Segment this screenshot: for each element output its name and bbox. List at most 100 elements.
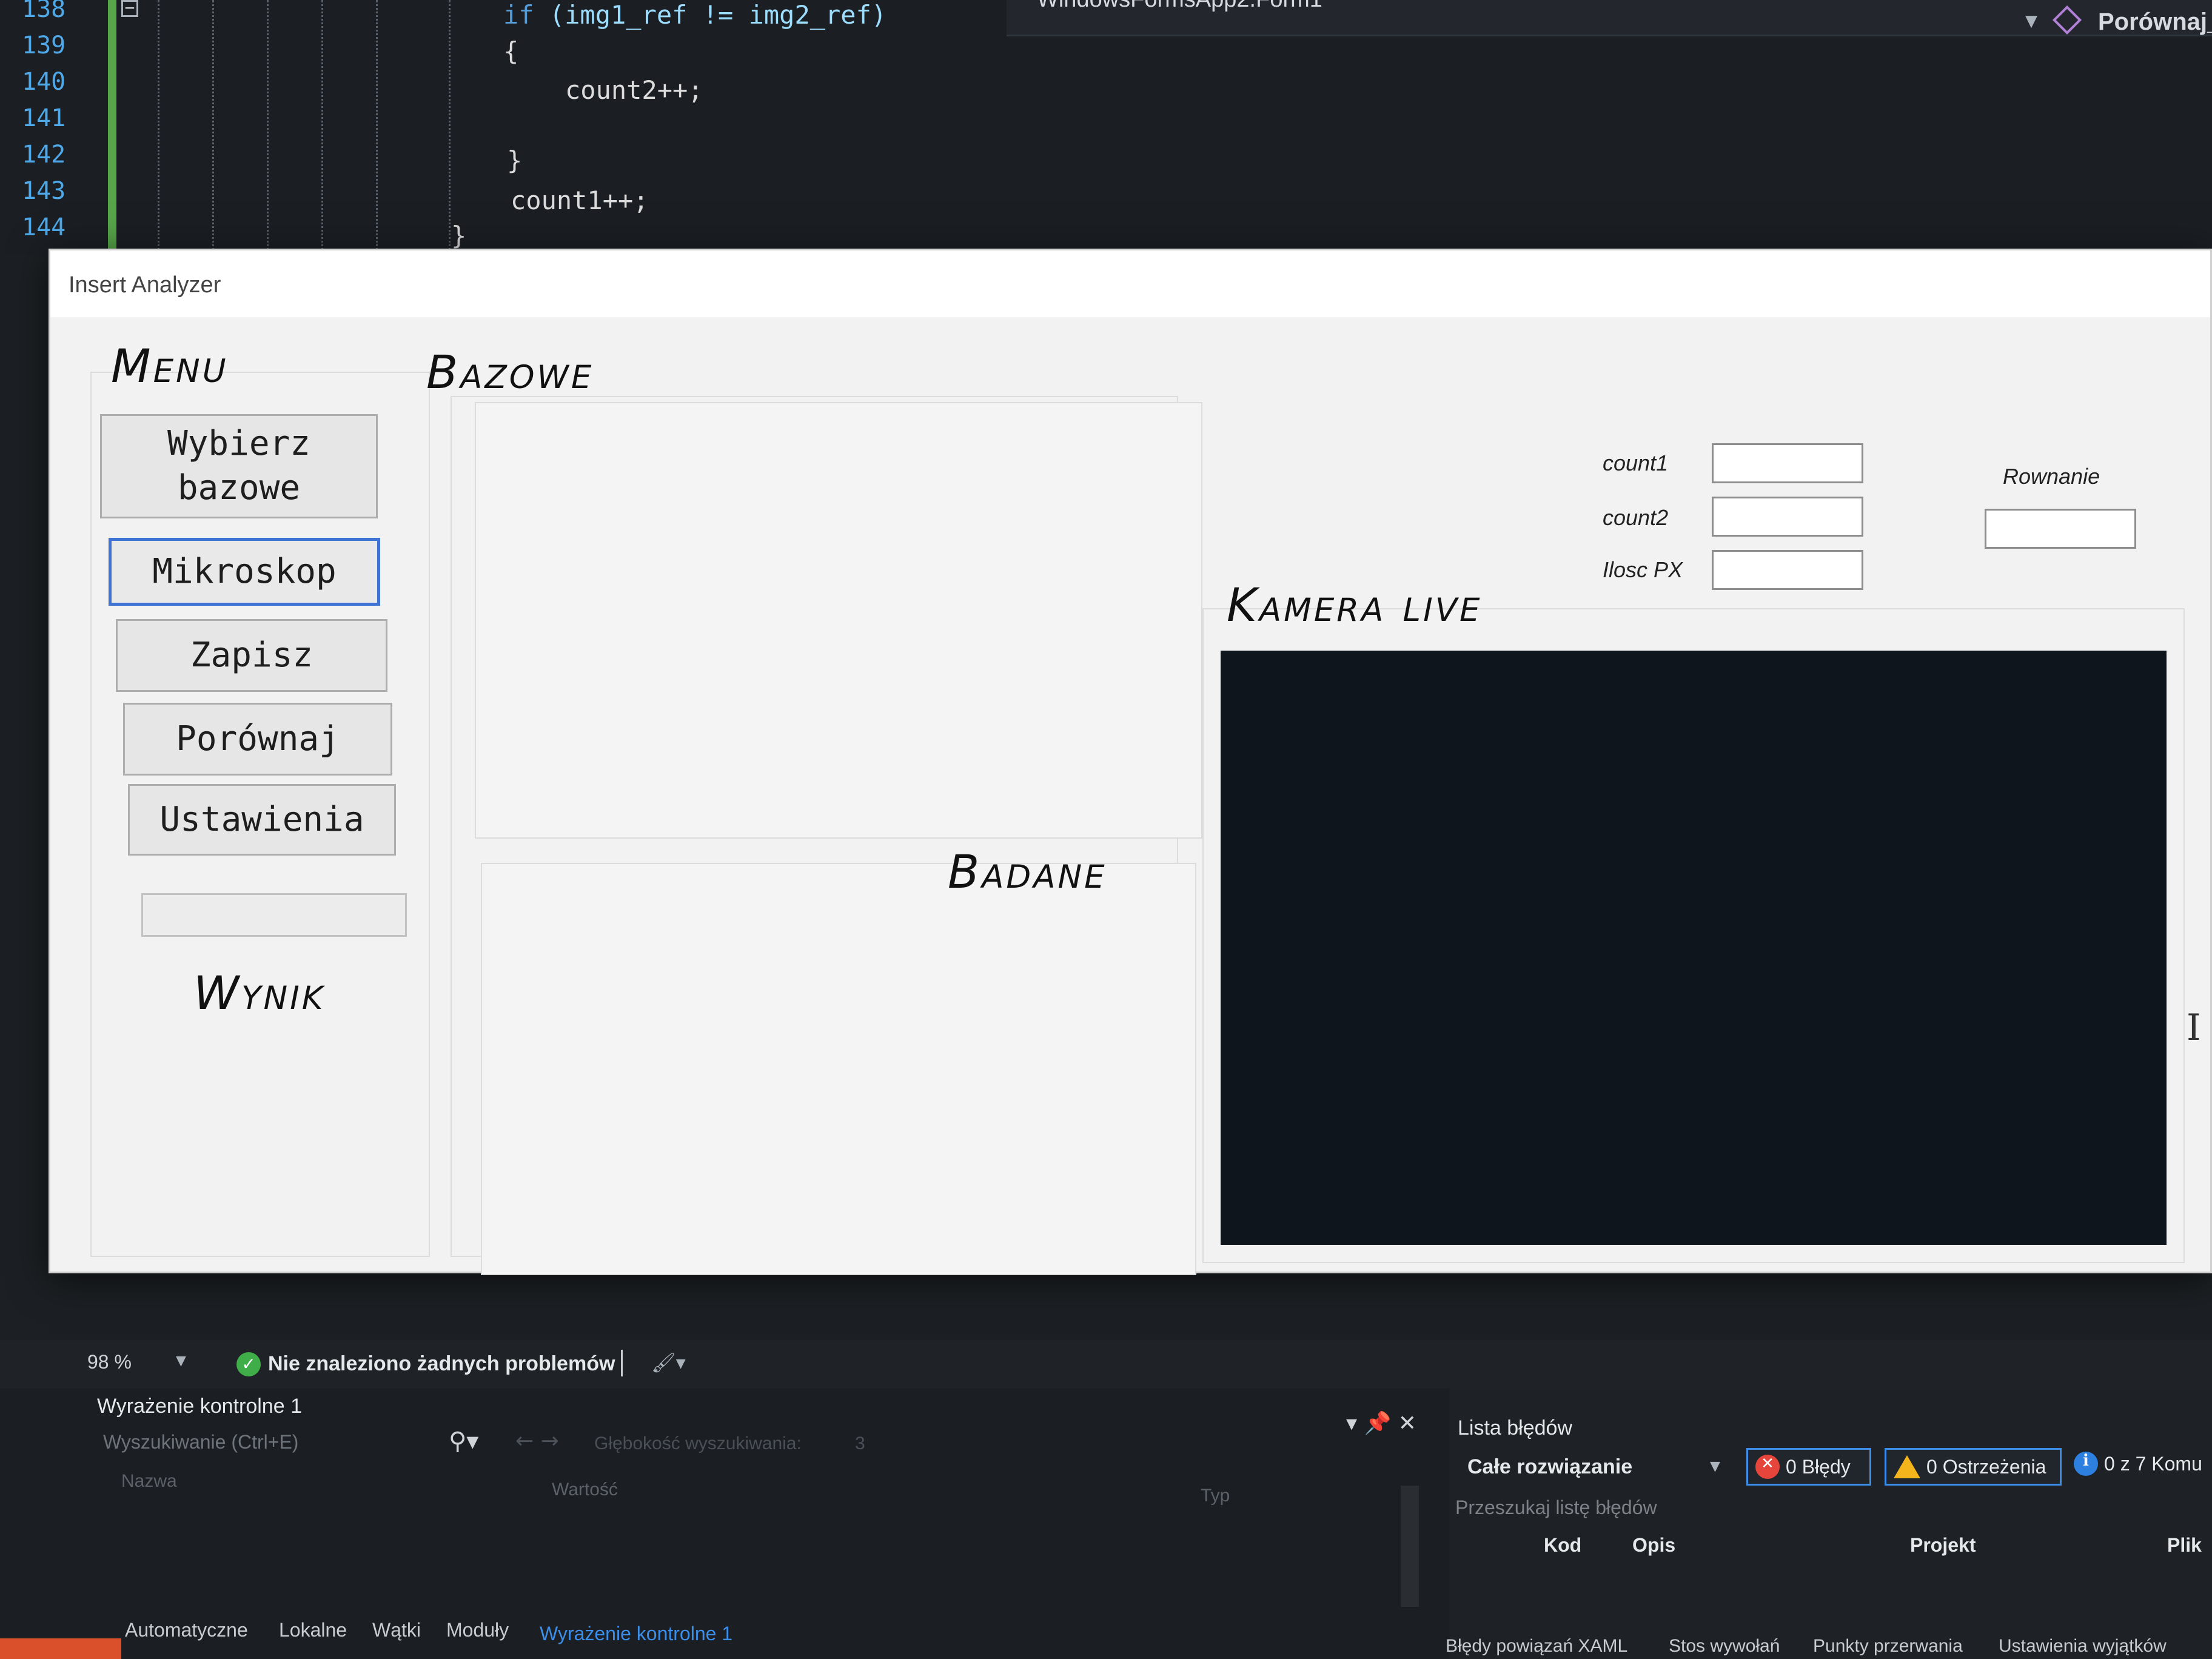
line-number-gutter: 138 139 140 141 142 143 144 bbox=[0, 0, 109, 255]
warnings-filter-button[interactable]: 0 Ostrzeżenia bbox=[1885, 1448, 2062, 1486]
line-number: 139 bbox=[22, 32, 66, 59]
keyword: if bbox=[503, 0, 534, 30]
column-header-value[interactable]: Wartość bbox=[552, 1480, 618, 1500]
line-number: 143 bbox=[22, 177, 66, 205]
indent-guide bbox=[212, 0, 214, 255]
wybierz-bazowe-button[interactable]: Wybierz bazowe bbox=[100, 414, 378, 518]
info-icon: i bbox=[2074, 1452, 2098, 1476]
chevron-down-icon[interactable]: ▼ bbox=[1710, 1459, 1720, 1474]
indent-guide bbox=[267, 0, 269, 255]
column-header-name[interactable]: Nazwa bbox=[121, 1471, 177, 1492]
ilosc-px-label: Ilosc PX bbox=[1603, 557, 1683, 582]
change-indicator-bar bbox=[108, 0, 116, 255]
title-bar[interactable]: Insert Analyzer bbox=[50, 250, 2210, 317]
panel-window-controls[interactable]: ▾ 📌 ✕ bbox=[1346, 1410, 1416, 1436]
tab-exception-settings[interactable]: Ustawienia wyjątków bbox=[1999, 1636, 2167, 1657]
line-number: 144 bbox=[22, 213, 66, 241]
code-editor[interactable]: 138 139 140 141 142 143 144 − if (img1_r… bbox=[0, 0, 2212, 255]
count1-field[interactable] bbox=[1712, 443, 1863, 483]
editor-navigation-bar: WindowsFormsApp2.Form1 ▼ Porównaj_C bbox=[1007, 0, 2212, 36]
count2-field[interactable] bbox=[1712, 497, 1863, 537]
method-icon bbox=[2052, 5, 2082, 35]
error-search-input[interactable]: Przeszukaj listę błędów bbox=[1455, 1496, 1657, 1519]
code-line[interactable]: if (img1_ref != img2_ref) bbox=[503, 0, 886, 30]
text-cursor-icon: I bbox=[2187, 1007, 2201, 1049]
column-header-project[interactable]: Projekt bbox=[1910, 1534, 1976, 1557]
window-title: Insert Analyzer bbox=[69, 272, 221, 298]
code-line[interactable]: } bbox=[451, 221, 466, 250]
menu-title: Menu bbox=[111, 339, 229, 393]
search-nav-arrows[interactable]: ← → bbox=[515, 1429, 559, 1453]
kamera-title: Kamera live bbox=[1227, 578, 1483, 632]
chevron-down-icon[interactable]: ▼ bbox=[176, 1353, 186, 1369]
bazowe-picture bbox=[475, 402, 1202, 839]
scope-dropdown[interactable]: Całe rozwiązanie bbox=[1467, 1455, 1632, 1479]
error-list-title: Lista błędów bbox=[1458, 1416, 1573, 1439]
zoom-level[interactable]: 98 % bbox=[87, 1351, 132, 1373]
messages-count: 0 z 7 Komu bbox=[2104, 1452, 2202, 1475]
debug-tool-tabs: Automatyczne Lokalne Wątki Moduły Wyraże… bbox=[0, 1607, 1449, 1659]
class-dropdown[interactable]: WindowsFormsApp2.Form1 bbox=[1037, 0, 1322, 13]
camera-live-view[interactable] bbox=[1221, 651, 2167, 1245]
line-number: 140 bbox=[22, 68, 66, 96]
error-list-panel: Lista błędów Całe rozwiązanie ▼ ✕ 0 Błęd… bbox=[1449, 1389, 2212, 1659]
tab-moduly[interactable]: Moduły bbox=[446, 1619, 509, 1641]
result-field[interactable] bbox=[141, 893, 407, 937]
taskbar-edge bbox=[0, 1638, 121, 1659]
tab-wyrazenie-kontrolne[interactable]: Wyrażenie kontrolne 1 bbox=[540, 1623, 732, 1645]
badane-picture bbox=[481, 863, 1196, 1275]
column-header-type[interactable]: Typ bbox=[1201, 1486, 1230, 1506]
warning-icon bbox=[1894, 1455, 1920, 1478]
indent-guide bbox=[321, 0, 323, 255]
rownanie-field[interactable] bbox=[1985, 509, 2136, 549]
mikroskop-button[interactable]: Mikroskop bbox=[109, 538, 380, 606]
code-line[interactable]: count1++; bbox=[511, 186, 649, 215]
count1-label: count1 bbox=[1603, 451, 1669, 475]
ustawienia-button[interactable]: Ustawienia bbox=[128, 784, 396, 856]
code-line[interactable]: { bbox=[503, 36, 518, 66]
porownaj-button[interactable]: Porównaj bbox=[123, 703, 392, 776]
tab-xaml-binding-errors[interactable]: Błędy powiązań XAML bbox=[1446, 1636, 1627, 1657]
ilosc-px-field[interactable] bbox=[1712, 550, 1863, 590]
line-number: 138 bbox=[22, 0, 66, 23]
column-header-description[interactable]: Opis bbox=[1632, 1534, 1675, 1557]
error-icon: ✕ bbox=[1755, 1455, 1780, 1479]
tab-automatyczne[interactable]: Automatyczne bbox=[125, 1619, 248, 1641]
divider bbox=[621, 1350, 623, 1376]
zapisz-button[interactable]: Zapisz bbox=[116, 619, 387, 692]
line-number: 142 bbox=[22, 141, 66, 169]
watch-search-input[interactable]: Wyszukiwanie (Ctrl+E) bbox=[103, 1431, 298, 1453]
problems-status[interactable]: Nie znaleziono żadnych problemów bbox=[268, 1352, 615, 1376]
indent-guide bbox=[376, 0, 378, 255]
editor-status-strip: 98 % ▼ ✓ Nie znaleziono żadnych problemó… bbox=[0, 1340, 2212, 1389]
tab-breakpoints[interactable]: Punkty przerwania bbox=[1813, 1636, 1963, 1657]
chevron-down-icon[interactable]: ▼ bbox=[2025, 12, 2037, 30]
code-line[interactable]: count2++; bbox=[565, 75, 703, 105]
errors-filter-button[interactable]: ✕ 0 Błędy bbox=[1746, 1448, 1871, 1486]
line-number: 141 bbox=[22, 104, 66, 132]
search-icon[interactable]: ⚲▾ bbox=[449, 1427, 478, 1455]
messages-filter-button[interactable]: i 0 z 7 Komu bbox=[2074, 1452, 2202, 1476]
rownanie-label: Rownanie bbox=[2003, 464, 2100, 489]
code-line[interactable]: } bbox=[507, 146, 522, 175]
member-dropdown[interactable]: Porównaj_C bbox=[2098, 8, 2212, 36]
search-depth-value[interactable]: 3 bbox=[855, 1433, 865, 1454]
search-depth-label: Głębokość wyszukiwania: bbox=[594, 1433, 802, 1453]
condition: (img1_ref != img2_ref) bbox=[534, 0, 887, 30]
tab-lokalne[interactable]: Lokalne bbox=[279, 1619, 347, 1641]
indent-guide bbox=[449, 0, 451, 255]
column-header-code[interactable]: Kod bbox=[1544, 1534, 1581, 1557]
indent-guide bbox=[158, 0, 159, 255]
warnings-count: 0 Ostrzeżenia bbox=[1926, 1455, 2046, 1478]
insert-analyzer-window: Insert Analyzer ─ ☐ ✕ Menu Wybierz bazow… bbox=[49, 249, 2212, 1275]
column-header-file[interactable]: Plik bbox=[2167, 1534, 2202, 1557]
badane-title: Badane bbox=[948, 845, 1107, 899]
wynik-label: Wynik bbox=[193, 966, 326, 1020]
watch-panel-title: Wyrażenie kontrolne 1 bbox=[97, 1395, 302, 1418]
tab-watki[interactable]: Wątki bbox=[372, 1619, 421, 1641]
bazowe-title: Bazowe bbox=[426, 345, 594, 399]
errors-count: 0 Błędy bbox=[1786, 1455, 1851, 1478]
tab-call-stack[interactable]: Stos wywołań bbox=[1669, 1636, 1780, 1657]
code-cleanup-icon[interactable]: 🖌▾ bbox=[651, 1351, 686, 1374]
collapse-icon[interactable]: − bbox=[121, 0, 138, 17]
